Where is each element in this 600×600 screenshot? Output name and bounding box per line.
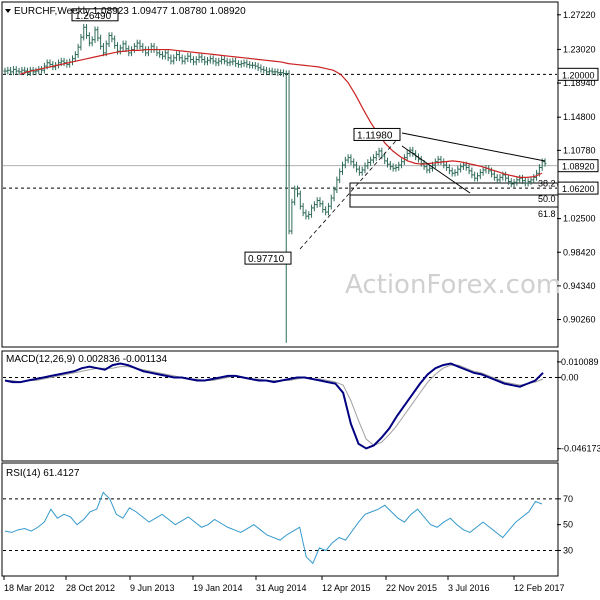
price-highlight-label: 1.08920 (562, 162, 595, 172)
price-axis-label: 0.98420 (563, 247, 596, 257)
macd-title: MACD(12,26,9) 0.002836 -0.001134 (6, 354, 167, 365)
watermark: ActionForex.com (345, 270, 561, 300)
rsi-title: RSI(14) 61.4127 (6, 468, 80, 479)
time-axis-label: 12 Feb 2017 (514, 583, 565, 593)
price-axis-label: 0.94340 (563, 281, 596, 291)
time-axis-label: 12 Apr 2015 (322, 583, 371, 593)
price-axis-label: 1.14800 (563, 112, 596, 122)
time-axis-label: 31 Aug 2014 (256, 583, 307, 593)
annotation-label: 0.97710 (248, 254, 285, 265)
rsi-axis-label: 70 (563, 494, 573, 504)
annotation-label: 1.11980 (357, 130, 393, 141)
rsi-axis-label: 30 (563, 545, 573, 555)
price-axis-label: 1.23020 (563, 44, 596, 54)
price-highlight-label: 1.20000 (562, 70, 595, 80)
time-axis-label: 28 Oct 2012 (66, 583, 115, 593)
fib-labels: 38.2 50.0 61.8 (538, 179, 556, 220)
price-axis-label: 1.27220 (563, 10, 596, 20)
time-axis-label: 3 Jul 2016 (448, 583, 490, 593)
price-highlight-label: 1.06200 (562, 184, 595, 194)
time-axis-label: 18 Mar 2012 (4, 583, 55, 593)
price-axis-label: 1.10780 (563, 145, 596, 155)
time-axis-label: 19 Jan 2014 (193, 583, 243, 593)
time-axis-label: 9 Jun 2013 (130, 583, 175, 593)
rsi-axis-label: 50 (563, 520, 573, 530)
macd-axis-label: -0.046173 (561, 444, 600, 454)
symbol-title: EURCHF,Weekly 1.08923 1.09477 1.08780 1.… (5, 6, 246, 17)
fib-label: 50.0 (538, 194, 556, 204)
fib-label: 38.2 (538, 179, 556, 189)
fib-label: 61.8 (538, 209, 556, 219)
price-title: EURCHF,Weekly 1.08923 1.09477 1.08780 1.… (14, 6, 246, 17)
price-axis-label: 0.90260 (563, 315, 596, 325)
price-axis-label: 1.02500 (563, 214, 596, 224)
chart-canvas: ActionForex.com 1.264901.119800.97710 38… (0, 0, 600, 600)
chart-background (0, 0, 600, 600)
time-axis-label: 22 Nov 2015 (386, 583, 437, 593)
macd-axis-label: 0.010089 (561, 357, 599, 367)
macd-axis-label: 0.00 (561, 372, 579, 382)
